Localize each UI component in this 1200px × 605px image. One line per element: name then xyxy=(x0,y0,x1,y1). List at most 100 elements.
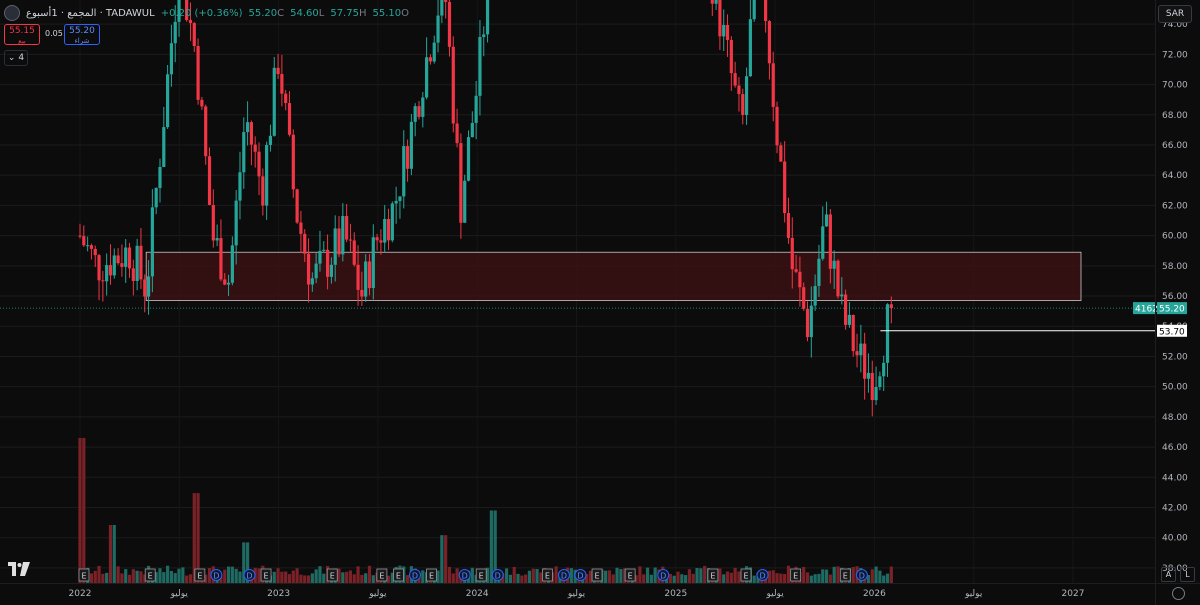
volume-bar xyxy=(516,573,520,583)
candle-body xyxy=(276,67,280,75)
candle-body xyxy=(847,314,852,325)
buy-button[interactable]: 55.20 شراء xyxy=(64,24,100,45)
candle-body xyxy=(828,214,832,269)
volume-bar xyxy=(364,573,368,583)
volume-bar xyxy=(512,566,516,583)
candle-body xyxy=(459,143,463,223)
volume-bar xyxy=(874,566,878,583)
volume-bar xyxy=(120,573,124,583)
volume-bar xyxy=(345,571,349,583)
volume-bar xyxy=(78,438,82,583)
volume-bar xyxy=(447,566,452,583)
gear-icon[interactable] xyxy=(1172,587,1185,600)
candle-body xyxy=(360,289,364,297)
candle-body xyxy=(390,203,394,241)
candle-body xyxy=(889,304,893,309)
candle-body xyxy=(139,245,143,280)
volume-bar xyxy=(703,565,707,583)
candle-body xyxy=(116,255,120,264)
event-marker-label: E xyxy=(479,572,484,581)
candle-body xyxy=(485,0,490,35)
volume-bar xyxy=(817,573,821,583)
volume-bar xyxy=(889,566,893,583)
volume-bar xyxy=(821,569,825,583)
candle-body xyxy=(356,264,360,290)
volume-bar xyxy=(524,574,528,583)
candle-body xyxy=(86,245,90,247)
y-tick-label: 64.00 xyxy=(1162,171,1188,181)
ohlc-low-key: L xyxy=(318,7,325,19)
volume-bar xyxy=(588,570,593,583)
horizontal-line-label: 53.70 xyxy=(1159,327,1185,337)
candle-body xyxy=(223,279,227,285)
candle-body xyxy=(794,269,798,272)
candle-body xyxy=(124,247,128,267)
volume-bar xyxy=(299,574,303,583)
candle-body xyxy=(162,127,166,167)
candle-body xyxy=(764,0,768,22)
candle-body xyxy=(744,76,749,115)
candle-body xyxy=(436,15,440,43)
event-marker-label: E xyxy=(396,572,401,581)
candle-body xyxy=(786,213,791,238)
volume-bar xyxy=(181,567,185,583)
volume-bar xyxy=(386,575,391,583)
volume-bar xyxy=(367,565,372,583)
candle-body xyxy=(101,280,105,282)
candle-body xyxy=(131,268,135,281)
volume-bar xyxy=(676,571,680,583)
candle-body xyxy=(859,343,863,356)
candle-body xyxy=(341,216,345,255)
candle-body xyxy=(78,235,82,237)
candle-body xyxy=(783,161,787,214)
volume-bar xyxy=(752,575,756,583)
candle-body xyxy=(440,0,444,16)
auto-scale-button[interactable]: A xyxy=(1161,567,1176,582)
event-marker-label: D xyxy=(213,572,219,581)
volume-bar xyxy=(520,575,524,583)
volume-bar xyxy=(356,566,360,583)
candle-body xyxy=(89,245,94,249)
sell-button[interactable]: 55.15 بيع xyxy=(4,24,40,45)
event-marker-label: D xyxy=(495,572,501,581)
volume-bar xyxy=(554,566,558,583)
volume-bar xyxy=(775,573,779,583)
volume-bar xyxy=(535,568,539,583)
candle-body xyxy=(428,57,433,62)
candle-body xyxy=(832,260,836,269)
candle-body xyxy=(371,237,375,289)
symbol-name[interactable]: المجمع · 1أسبوع · TADAWUL xyxy=(26,8,155,19)
price-chart[interactable]: 38.0040.0042.0044.0046.0048.0050.0052.00… xyxy=(0,0,1200,605)
currency-button[interactable]: SAR xyxy=(1158,5,1192,23)
volume-bar xyxy=(737,571,741,583)
candle-body xyxy=(329,264,333,277)
event-marker-label: D xyxy=(412,572,418,581)
candle-body xyxy=(367,261,372,289)
volume-bar xyxy=(691,573,695,583)
tradingview-logo-icon[interactable] xyxy=(8,562,30,576)
spread-value: 0.05 xyxy=(45,29,63,38)
candle-body xyxy=(249,122,254,145)
volume-bar xyxy=(470,567,474,583)
candle-body xyxy=(261,176,265,206)
x-tick-label: يوليو xyxy=(765,589,784,599)
volume-bar xyxy=(284,571,288,583)
resistance-zone xyxy=(145,251,1082,301)
chart-area[interactable]: 38.00 40.00 42.00 44.00 46.00 48.00 50.00 52.00… xyxy=(0,0,1200,605)
event-marker-label: D xyxy=(462,572,468,581)
volume-bar xyxy=(725,571,730,583)
volume-bar xyxy=(813,574,817,583)
volume-bar xyxy=(607,570,612,583)
log-scale-button[interactable]: L xyxy=(1180,567,1195,582)
candle-body xyxy=(882,362,886,377)
event-marker-label: E xyxy=(81,572,86,581)
volume-bar xyxy=(531,568,535,583)
volume-bar xyxy=(569,568,573,583)
candle-body xyxy=(425,57,429,98)
volume-bar xyxy=(89,573,94,583)
candle-body xyxy=(352,240,356,265)
candle-body xyxy=(432,42,436,62)
volume-bar xyxy=(786,565,791,583)
candle-body xyxy=(192,23,196,47)
indicators-collapse-button[interactable]: ⌄ 4 xyxy=(4,50,28,66)
